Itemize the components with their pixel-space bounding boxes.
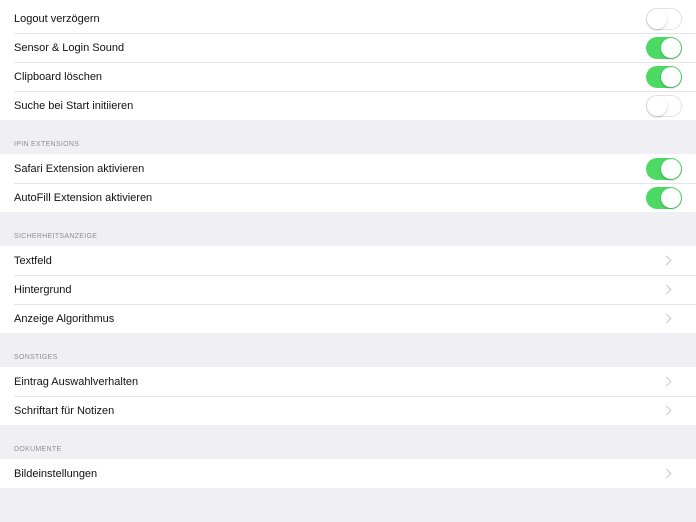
toggle-knob [661,37,681,58]
row-textfield[interactable]: Textfeld [0,246,696,275]
search-on-start-toggle[interactable] [646,94,682,117]
documents-group: Bildeinstellungen [0,459,696,488]
row-autofill-extension[interactable]: AutoFill Extension aktivieren [0,183,696,212]
security-display-group: Textfeld Hintergrund Anzeige Algorithmus [0,246,696,333]
row-logout-delay[interactable]: Logout verzögern [0,4,696,33]
row-label: Suche bei Start initiieren [14,99,134,112]
toggle-knob [647,8,667,29]
row-entry-selection-behavior[interactable]: Eintrag Auswahlverhalten [0,367,696,396]
row-label: Eintrag Auswahlverhalten [14,375,139,388]
toggle-knob [661,66,681,87]
section-header-label: DOKUMENTE [14,446,62,453]
chevron-right-icon [661,313,672,324]
section-header-label: IPIN EXTENSIONS [14,141,80,148]
row-notes-font[interactable]: Schriftart für Notizen [0,396,696,425]
clear-clipboard-toggle[interactable] [646,65,682,88]
row-label: Anzeige Algorithmus [14,312,115,325]
row-image-settings[interactable]: Bildeinstellungen [0,459,696,488]
general-settings-group: Logout verzögern Sensor & Login Sound Cl… [0,0,696,120]
row-clear-clipboard[interactable]: Clipboard löschen [0,62,696,91]
extensions-group: Safari Extension aktivieren AutoFill Ext… [0,154,696,212]
section-header-other: SONSTIGES [0,333,696,367]
row-safari-extension[interactable]: Safari Extension aktivieren [0,154,696,183]
section-header-security-display: SICHERHEITSANZEIGE [0,212,696,246]
row-label: Safari Extension aktivieren [14,162,145,175]
row-label: AutoFill Extension aktivieren [14,191,153,204]
section-header-documents: DOKUMENTE [0,425,696,459]
row-display-algorithm[interactable]: Anzeige Algorithmus [0,304,696,333]
toggle-knob [661,187,681,208]
section-header-extensions: IPIN EXTENSIONS [0,120,696,154]
sensor-login-sound-toggle[interactable] [646,36,682,59]
settings-page: Logout verzögern Sensor & Login Sound Cl… [0,0,696,522]
row-label: Logout verzögern [14,12,100,25]
row-search-on-start[interactable]: Suche bei Start initiieren [0,91,696,120]
chevron-right-icon [661,468,672,479]
toggle-knob [661,158,681,179]
row-label: Clipboard löschen [14,70,103,83]
chevron-right-icon [661,376,672,387]
row-label: Sensor & Login Sound [14,41,125,54]
row-label: Hintergrund [14,283,72,296]
other-group: Eintrag Auswahlverhalten Schriftart für … [0,367,696,425]
section-header-label: SONSTIGES [14,354,58,361]
safari-extension-toggle[interactable] [646,157,682,180]
autofill-extension-toggle[interactable] [646,186,682,209]
row-label: Textfeld [14,254,52,267]
row-label: Schriftart für Notizen [14,404,115,417]
chevron-right-icon [661,405,672,416]
section-header-label: SICHERHEITSANZEIGE [14,233,98,240]
chevron-right-icon [661,255,672,266]
row-background[interactable]: Hintergrund [0,275,696,304]
row-label: Bildeinstellungen [14,467,98,480]
chevron-right-icon [661,284,672,295]
logout-delay-toggle[interactable] [646,7,682,30]
toggle-knob [647,95,667,116]
row-sensor-login-sound[interactable]: Sensor & Login Sound [0,33,696,62]
